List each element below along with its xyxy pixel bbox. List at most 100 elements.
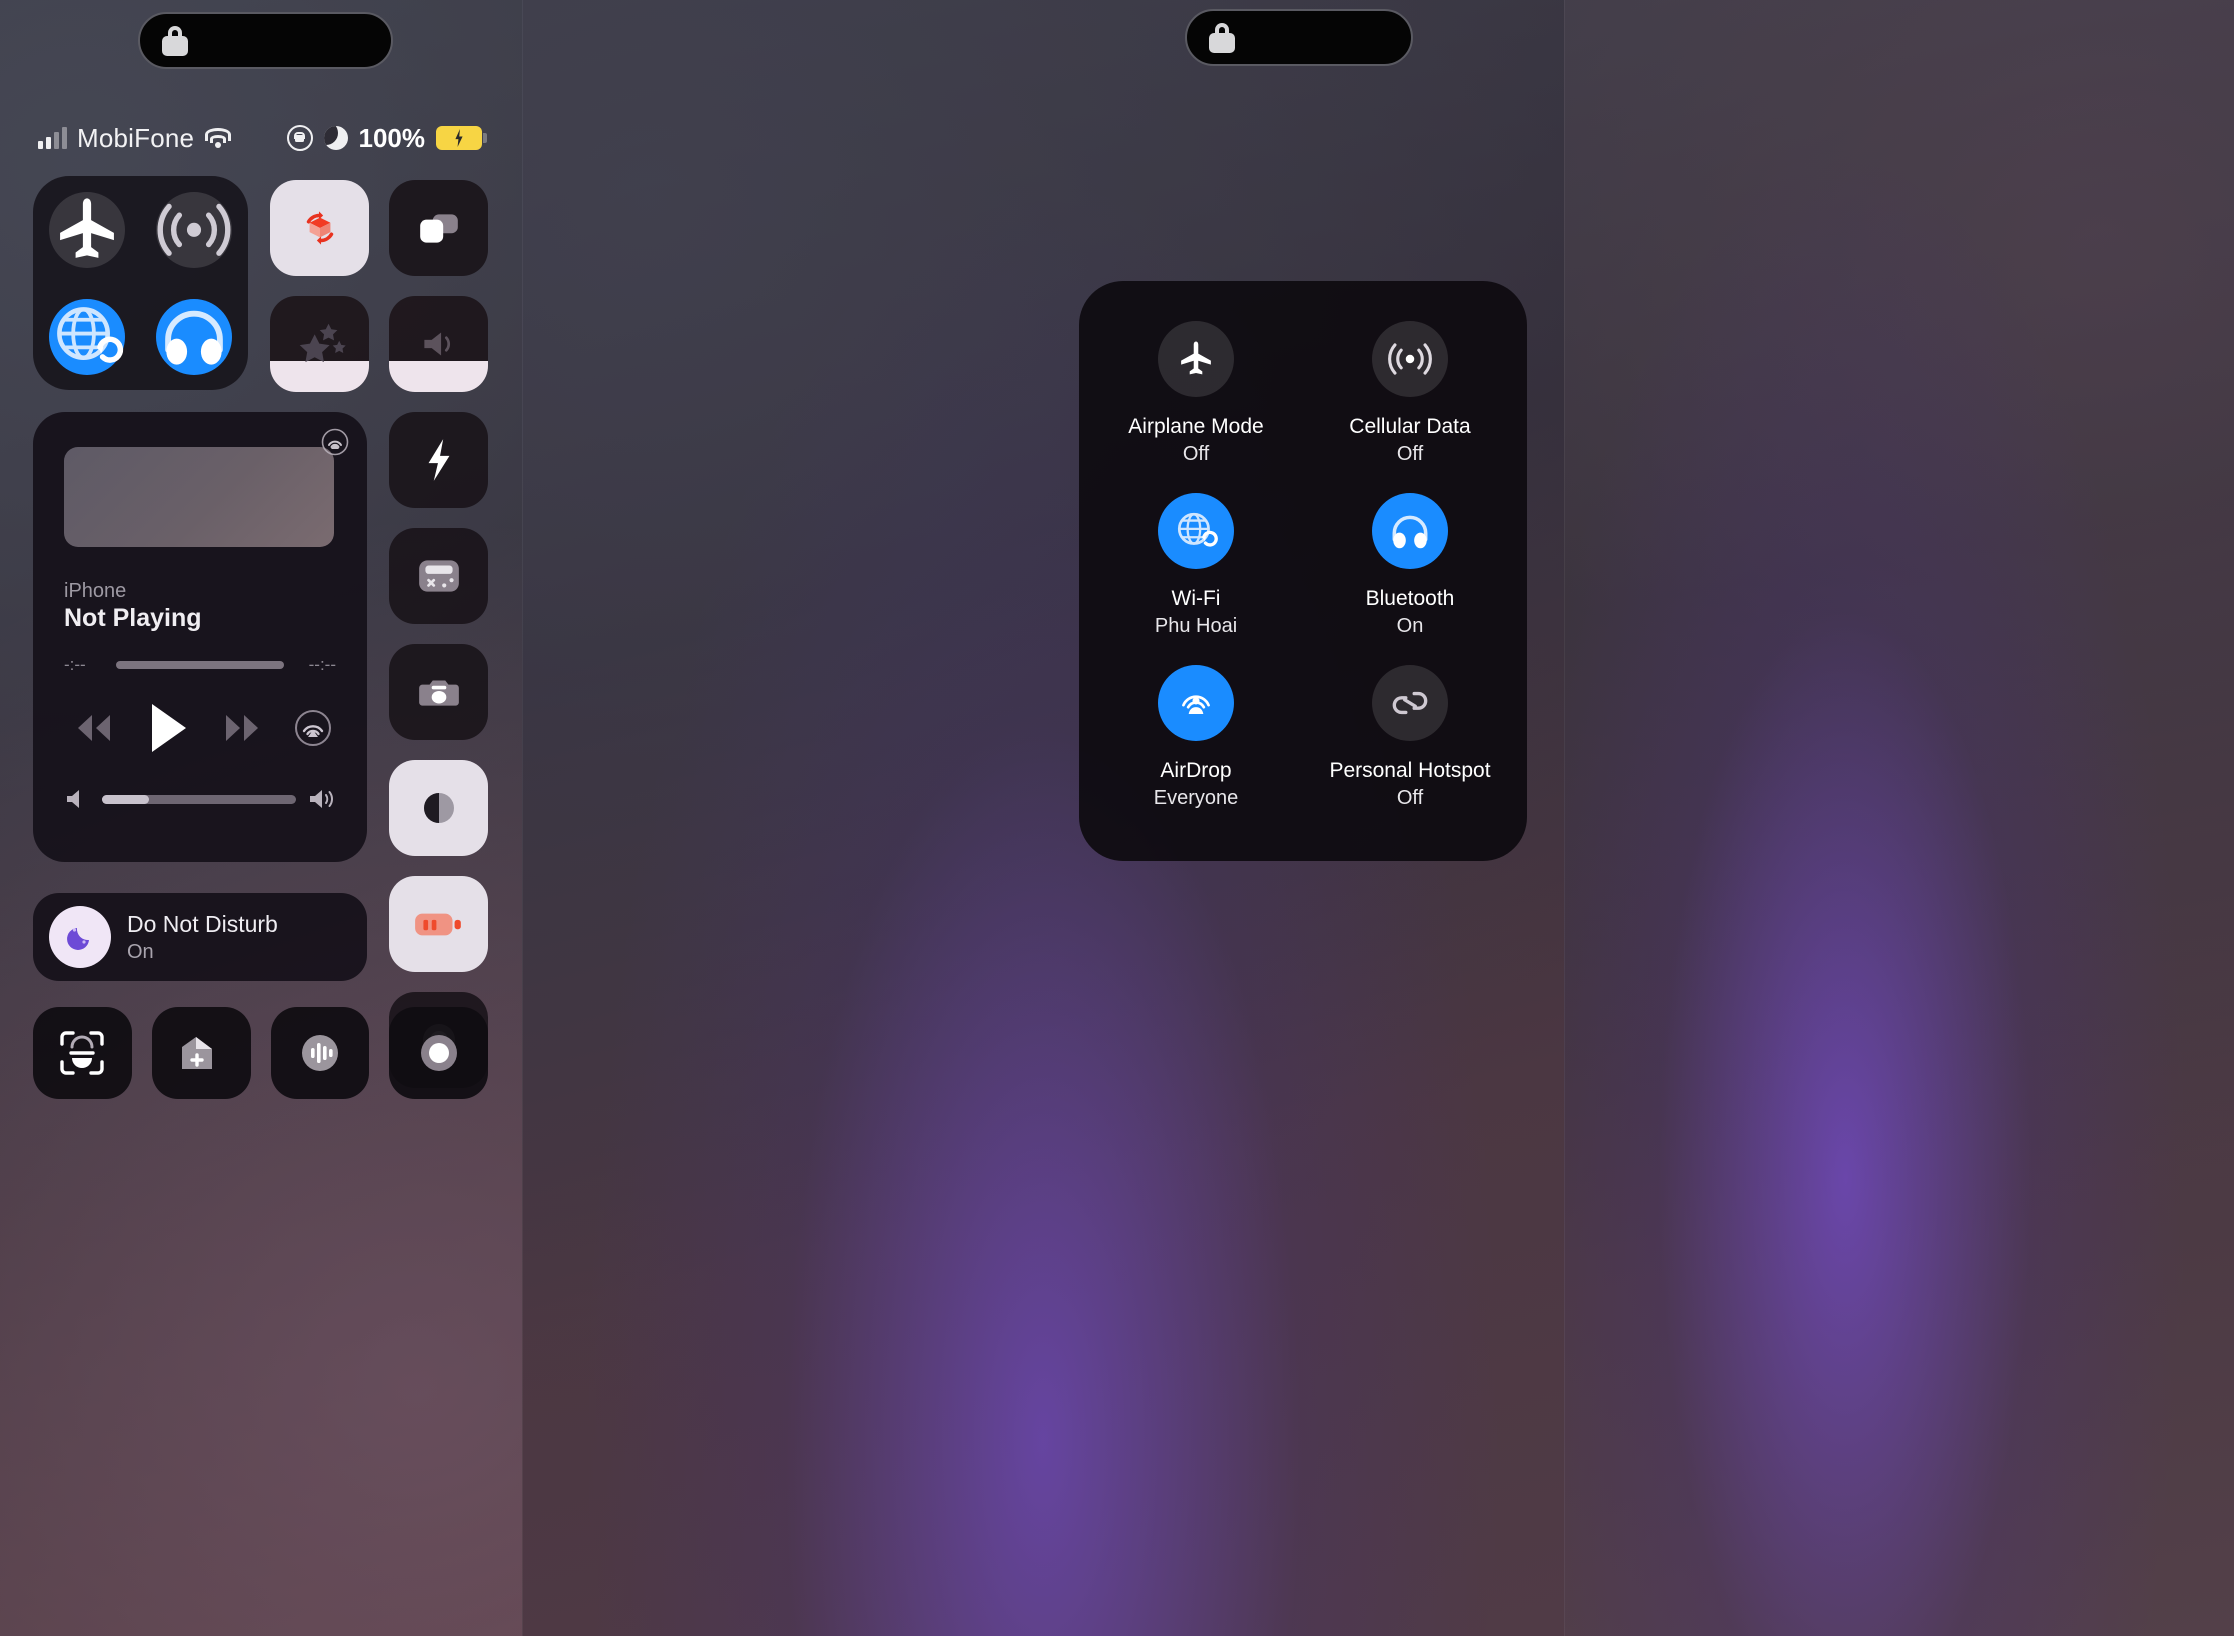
item-value: Off	[1182, 443, 1210, 465]
calculator-tile[interactable]	[389, 528, 488, 624]
item-label: Personal Hotspot	[1329, 759, 1491, 782]
panel-control-center-main: MobiFone 100% iPhone Not Playing -:-- --…	[0, 0, 522, 1636]
carrier-label: MobiFone	[77, 122, 195, 153]
airdrop-toggle[interactable]	[1158, 665, 1234, 741]
personal-hotspot-item[interactable]: Personal Hotspot Off	[1303, 665, 1517, 837]
low-power-battery-icon	[414, 913, 461, 936]
item-label: Bluetooth	[1365, 587, 1455, 610]
dark-mode-icon	[423, 793, 454, 823]
media-scrubber[interactable]: -:-- --:--	[64, 655, 336, 675]
panel-divider	[522, 0, 523, 1636]
flashlight-bolt-icon	[428, 439, 449, 481]
wifi-toggle[interactable]	[48, 298, 125, 375]
dnd-value: On	[127, 940, 154, 963]
stars-icon	[299, 323, 346, 363]
cellular-icon	[1388, 343, 1432, 375]
airplane-mode-toggle[interactable]	[1158, 321, 1234, 397]
panel-connectivity-expanded: Airplane Mode Off Cellular Data Off Wi-F…	[522, 0, 1564, 1636]
scrubber-track[interactable]	[116, 661, 284, 669]
panel-divider	[1564, 0, 1565, 1636]
screen-record-tile-bottom[interactable]	[389, 1007, 488, 1099]
status-bar: MobiFone 100%	[0, 118, 522, 158]
panel-display-expanded: Dark Mode On Night Shift On Until 23:59	[1564, 0, 2234, 1636]
low-power-mode-tile[interactable]	[389, 876, 488, 972]
bluetooth-toggle[interactable]	[156, 298, 233, 375]
play-button[interactable]	[146, 702, 190, 754]
media-title-label: Not Playing	[64, 604, 202, 632]
wifi-globe-icon	[56, 306, 123, 363]
airdrop-item[interactable]: AirDrop Everyone	[1089, 665, 1303, 837]
calculator-icon	[418, 560, 459, 592]
airplane-icon	[1181, 341, 1211, 375]
volume-tile[interactable]	[389, 296, 488, 392]
bluetooth-item[interactable]: Bluetooth On	[1303, 493, 1517, 665]
bluetooth-headphones-icon	[165, 311, 224, 365]
media-volume-slider[interactable]	[64, 787, 336, 811]
album-artwork	[64, 447, 334, 547]
wifi-icon	[204, 128, 232, 148]
bluetooth-toggle[interactable]	[1372, 493, 1448, 569]
camera-icon	[418, 680, 459, 706]
lock-icon	[1209, 22, 1235, 53]
item-value: Everyone	[1153, 787, 1239, 809]
media-controls	[33, 702, 367, 754]
now-playing-card[interactable]: iPhone Not Playing -:-- --:--	[33, 412, 367, 862]
wifi-item[interactable]: Wi-Fi Phu Hoai	[1089, 493, 1303, 665]
screen-mirroring-icon	[419, 214, 458, 243]
airplane-mode-toggle[interactable]	[48, 191, 125, 268]
connectivity-module[interactable]	[33, 176, 248, 390]
battery-percent-label: 100%	[358, 122, 426, 153]
screen-mirroring-tile[interactable]	[389, 180, 488, 276]
media-device-label: iPhone	[64, 580, 127, 602]
speaker-loud-icon	[310, 790, 334, 808]
lock-icon	[162, 25, 188, 56]
item-label: AirDrop	[1160, 759, 1232, 782]
do-not-disturb-card[interactable]: Do Not Disturb On	[33, 893, 367, 981]
cellular-data-toggle[interactable]	[1372, 321, 1448, 397]
airplay-icon[interactable]	[321, 428, 349, 456]
item-value: On	[1396, 615, 1424, 637]
rotation-lock-icon	[286, 125, 313, 151]
sound-recognition-tile[interactable]	[270, 1007, 370, 1099]
rotation-lock-tile[interactable]	[270, 180, 369, 276]
quick-note-tile[interactable]	[151, 1007, 251, 1099]
connectivity-expanded-module: Airplane Mode Off Cellular Data Off Wi-F…	[1079, 281, 1527, 861]
wifi-toggle[interactable]	[1158, 493, 1234, 569]
speaker-icon	[67, 790, 79, 808]
cellular-icon	[157, 203, 231, 256]
cellular-data-item[interactable]: Cellular Data Off	[1303, 321, 1517, 493]
volume-icon	[423, 332, 450, 356]
flashlight-tile[interactable]	[389, 412, 488, 508]
airdrop-icon	[1182, 695, 1210, 714]
dynamic-island	[1185, 9, 1413, 66]
wifi-globe-icon	[1177, 512, 1218, 547]
code-scanner-icon	[60, 1031, 105, 1075]
volume-track[interactable]	[102, 794, 296, 804]
sound-recognition-icon	[301, 1035, 338, 1071]
cellular-data-toggle[interactable]	[156, 191, 233, 268]
bluetooth-headphones-icon	[1392, 515, 1428, 549]
airplay-button[interactable]	[294, 709, 332, 747]
rewind-button[interactable]	[68, 711, 120, 745]
screen-record-icon	[420, 1035, 457, 1071]
camera-tile[interactable]	[389, 644, 488, 740]
item-label: Wi-Fi	[1171, 587, 1221, 610]
tile-column-left	[270, 180, 370, 412]
dynamic-island	[138, 12, 393, 69]
do-not-disturb-moon-icon	[323, 126, 348, 150]
signal-bars-icon	[38, 127, 67, 149]
code-scanner-tile[interactable]	[33, 1007, 132, 1099]
dark-mode-tile[interactable]	[389, 760, 488, 856]
elapsed-time-label: -:--	[64, 655, 86, 674]
airplane-icon	[59, 197, 114, 258]
battery-charging-icon	[436, 126, 487, 150]
volume-fill	[102, 794, 149, 804]
item-value: Off	[1396, 787, 1424, 809]
stars-focus-tile[interactable]	[270, 296, 369, 392]
personal-hotspot-toggle[interactable]	[1372, 665, 1448, 741]
item-label: Cellular Data	[1349, 415, 1471, 438]
item-value: Off	[1396, 443, 1424, 465]
do-not-disturb-icon	[49, 906, 111, 968]
fast-forward-button[interactable]	[216, 711, 268, 745]
airplane-mode-item[interactable]: Airplane Mode Off	[1089, 321, 1303, 493]
